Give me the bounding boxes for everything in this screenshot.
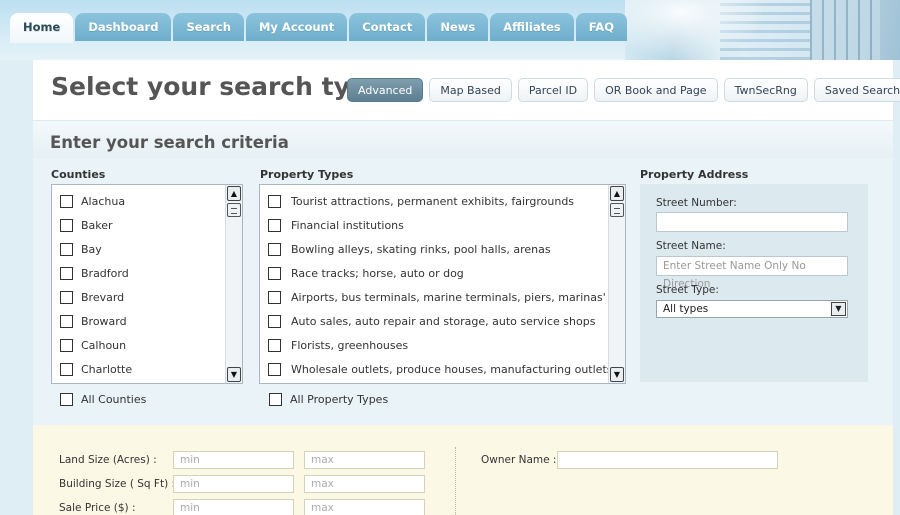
street-type-select[interactable]: All types ▼	[656, 300, 848, 318]
list-item[interactable]: Bay	[60, 241, 102, 257]
filters-section: Land Size (Acres) : min max Building Siz…	[33, 425, 893, 515]
map-based-search-button[interactable]: Map Based	[429, 78, 512, 102]
main-nav: Home Dashboard Search My Account Contact…	[10, 13, 629, 43]
building-size-max-input[interactable]: max	[304, 475, 425, 493]
or-book-page-search-button[interactable]: OR Book and Page	[594, 78, 718, 102]
sale-price-min-input[interactable]: min	[173, 499, 294, 515]
building-size-label: Building Size ( Sq Ft) :	[59, 478, 176, 490]
property-type-checkbox[interactable]	[268, 266, 281, 280]
search-type-buttons: Advanced Map Based Parcel ID OR Book and…	[347, 78, 900, 102]
property-types-listbox[interactable]: Tourist attractions, permanent exhibits,…	[259, 184, 626, 384]
property-type-checkbox[interactable]	[268, 242, 281, 256]
sale-price-max-input[interactable]: max	[304, 499, 425, 515]
list-item[interactable]: Financial institutions	[268, 217, 404, 233]
land-size-label: Land Size (Acres) :	[59, 454, 157, 466]
list-item[interactable]: Race tracks; horse, auto or dog	[268, 265, 464, 281]
list-item[interactable]: Bradford	[60, 265, 129, 281]
street-name-label: Street Name:	[656, 240, 726, 252]
tab-news[interactable]: News	[427, 13, 489, 41]
parcel-id-search-button[interactable]: Parcel ID	[517, 78, 589, 102]
building-size-min-input[interactable]: min	[173, 475, 294, 493]
chevron-down-icon[interactable]: ▼	[831, 302, 846, 316]
county-checkbox[interactable]	[60, 290, 73, 304]
street-type-label: Street Type:	[656, 284, 719, 296]
street-number-input[interactable]	[656, 212, 848, 232]
scroll-up-icon[interactable]: ▲	[227, 186, 241, 201]
filters-divider	[455, 447, 456, 515]
list-item[interactable]: Alachua	[60, 193, 125, 209]
property-address-box: Street Number: Street Name: Enter Street…	[640, 184, 868, 382]
list-item[interactable]: Florists, greenhouses	[268, 337, 408, 353]
search-type-bar: Select your search type: Advanced Map Ba…	[33, 60, 900, 120]
criteria-header: Enter your search criteria	[33, 120, 893, 158]
list-item[interactable]: Calhoun	[60, 337, 126, 353]
scroll-thumb[interactable]	[227, 203, 241, 217]
property-type-checkbox[interactable]	[268, 338, 281, 352]
tab-search[interactable]: Search	[173, 13, 244, 41]
property-type-checkbox[interactable]	[268, 194, 281, 208]
tab-my-account[interactable]: My Account	[245, 13, 348, 41]
advanced-search-button[interactable]: Advanced	[347, 78, 424, 102]
property-types-label: Property Types	[260, 168, 354, 181]
list-item[interactable]: Broward	[60, 313, 127, 329]
property-type-checkbox[interactable]	[268, 314, 281, 328]
list-item[interactable]: Bowling alleys, skating rinks, pool hall…	[268, 241, 551, 257]
scroll-up-icon[interactable]: ▲	[610, 186, 624, 201]
counties-listbox[interactable]: Alachua Baker Bay Bradford Brevard Browa…	[51, 184, 243, 384]
scroll-thumb[interactable]	[610, 203, 624, 217]
street-number-label: Street Number:	[656, 197, 737, 209]
county-checkbox[interactable]	[60, 338, 73, 352]
tab-affiliates[interactable]: Affiliates	[490, 13, 574, 41]
property-type-checkbox[interactable]	[268, 290, 281, 304]
all-property-types-option[interactable]: All Property Types	[269, 393, 388, 406]
owner-name-label: Owner Name :	[481, 454, 557, 466]
search-type-title: Select your search type:	[51, 72, 395, 101]
sale-price-label: Sale Price ($) :	[59, 502, 136, 514]
tab-dashboard[interactable]: Dashboard	[75, 13, 172, 41]
scroll-down-icon[interactable]: ▼	[227, 367, 241, 382]
property-type-checkbox[interactable]	[268, 362, 281, 376]
all-property-types-checkbox[interactable]	[269, 393, 282, 406]
list-item[interactable]: Airports, bus terminals, marine terminal…	[268, 289, 606, 305]
street-name-input[interactable]: Enter Street Name Only No Direction	[656, 256, 848, 290]
county-checkbox[interactable]	[60, 314, 73, 328]
site-header: Home Dashboard Search My Account Contact…	[0, 0, 900, 60]
saved-searches-button[interactable]: Saved Searches	[813, 78, 900, 102]
property-address-label: Property Address	[640, 168, 749, 181]
county-checkbox[interactable]	[60, 266, 73, 280]
list-item[interactable]: Tourist attractions, permanent exhibits,…	[268, 193, 574, 209]
list-item[interactable]: Baker	[60, 217, 113, 233]
list-item[interactable]: Brevard	[60, 289, 124, 305]
scroll-down-icon[interactable]: ▼	[610, 367, 624, 382]
property-type-checkbox[interactable]	[268, 218, 281, 232]
street-type-value: All types	[663, 303, 709, 315]
all-counties-option[interactable]: All Counties	[60, 393, 146, 406]
tab-contact[interactable]: Contact	[349, 13, 426, 41]
land-size-min-input[interactable]: min	[173, 451, 294, 469]
header-building-image	[625, 0, 900, 60]
counties-scrollbar[interactable]: ▲ ▼	[225, 185, 242, 383]
land-size-max-input[interactable]: max	[304, 451, 425, 469]
counties-label: Counties	[51, 168, 106, 181]
tab-faq[interactable]: FAQ	[575, 13, 627, 41]
county-checkbox[interactable]	[60, 194, 73, 208]
twnsecrng-search-button[interactable]: TwnSecRng	[723, 78, 808, 102]
tab-home[interactable]: Home	[10, 13, 74, 43]
owner-name-input[interactable]	[557, 451, 778, 469]
list-item[interactable]: Auto sales, auto repair and storage, aut…	[268, 313, 595, 329]
county-checkbox[interactable]	[60, 362, 73, 376]
property-types-scrollbar[interactable]: ▲ ▼	[608, 185, 625, 383]
county-checkbox[interactable]	[60, 242, 73, 256]
list-item[interactable]: Charlotte	[60, 361, 132, 377]
county-checkbox[interactable]	[60, 218, 73, 232]
all-counties-checkbox[interactable]	[60, 393, 73, 406]
criteria-title: Enter your search criteria	[50, 133, 289, 152]
search-panel: Select your search type: Advanced Map Ba…	[33, 60, 900, 515]
list-item[interactable]: Wholesale outlets, produce houses, manuf…	[268, 361, 612, 377]
